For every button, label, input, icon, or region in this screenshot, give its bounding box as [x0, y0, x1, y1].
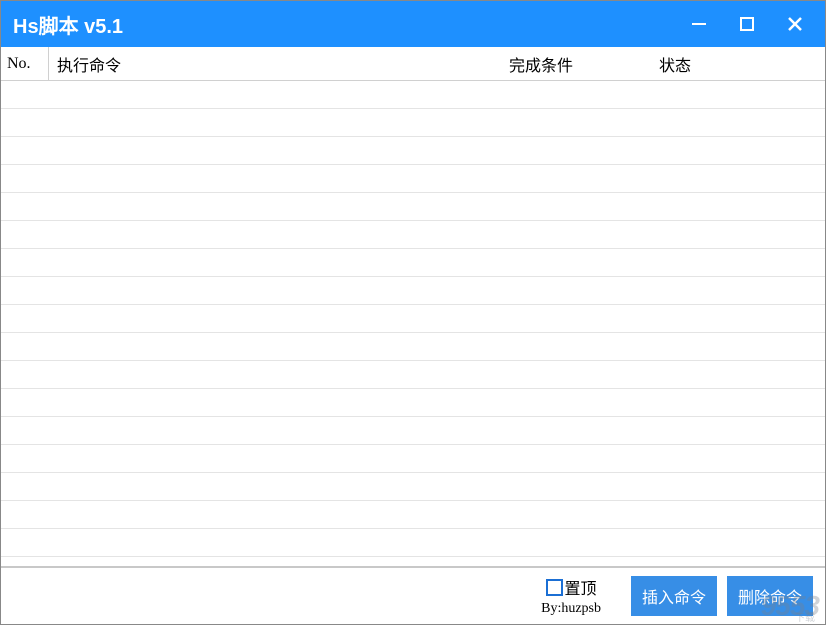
table-header: No. 执行命令 完成条件 状态	[1, 47, 825, 81]
delete-command-button[interactable]: 删除命令	[727, 576, 813, 616]
column-header-condition[interactable]: 完成条件	[505, 47, 655, 80]
table-row[interactable]	[1, 249, 825, 277]
author-byline: By:huzpsb	[541, 601, 601, 617]
table-row[interactable]	[1, 81, 825, 109]
column-header-no[interactable]: No.	[1, 47, 49, 80]
table-row[interactable]	[1, 137, 825, 165]
app-window: Hs脚本 v5.1 No. 执行命令 完成条件 状态 置顶 By:huzpsb	[0, 0, 826, 625]
topmost-checkbox[interactable]	[546, 579, 563, 596]
close-icon[interactable]	[785, 14, 805, 34]
column-header-status[interactable]: 状态	[655, 47, 825, 80]
table-row[interactable]	[1, 109, 825, 137]
table-row[interactable]	[1, 389, 825, 417]
table-row[interactable]	[1, 193, 825, 221]
insert-command-button[interactable]: 插入命令	[631, 576, 717, 616]
topmost-label: 置顶	[565, 575, 597, 599]
topmost-control: 置顶	[546, 575, 597, 599]
table-row[interactable]	[1, 529, 825, 557]
titlebar[interactable]: Hs脚本 v5.1	[1, 1, 825, 47]
table-body[interactable]	[1, 81, 825, 566]
table-row[interactable]	[1, 333, 825, 361]
table-row[interactable]	[1, 165, 825, 193]
column-header-command[interactable]: 执行命令	[49, 47, 505, 80]
window-title: Hs脚本 v5.1	[13, 10, 689, 39]
table-row[interactable]	[1, 305, 825, 333]
table-row[interactable]	[1, 445, 825, 473]
table-row[interactable]	[1, 361, 825, 389]
bottom-toolbar: 置顶 By:huzpsb 插入命令 删除命令	[1, 566, 825, 624]
maximize-icon[interactable]	[737, 14, 757, 34]
window-controls	[689, 14, 813, 34]
table-row[interactable]	[1, 277, 825, 305]
table-row[interactable]	[1, 501, 825, 529]
table-row[interactable]	[1, 221, 825, 249]
table-row[interactable]	[1, 417, 825, 445]
table-row[interactable]	[1, 473, 825, 501]
minimize-icon[interactable]	[689, 14, 709, 34]
footer-info: 置顶 By:huzpsb	[541, 575, 601, 617]
